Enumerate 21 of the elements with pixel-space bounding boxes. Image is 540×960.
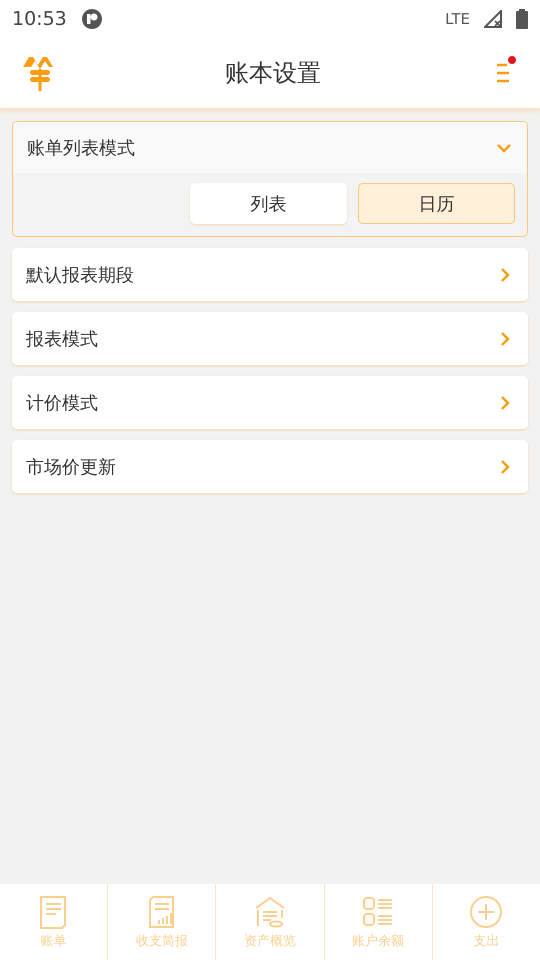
page-title: 账本设置: [224, 58, 322, 89]
settings-row[interactable]: 默认报表期段: [12, 248, 528, 301]
mode-option[interactable]: 列表: [190, 183, 347, 224]
settings-row[interactable]: 报表模式: [12, 312, 528, 365]
settings-row[interactable]: 计价模式: [12, 376, 528, 429]
plus-circle-icon: [469, 894, 504, 930]
house-coins-icon: [253, 894, 287, 930]
setting-label: 默认报表期段: [26, 264, 135, 286]
battery-icon: [516, 9, 528, 29]
status-time: 10:53: [12, 8, 67, 30]
settings-row[interactable]: 市场价更新: [12, 440, 528, 493]
mode-option[interactable]: 日历: [358, 183, 515, 224]
setting-label: 账单列表模式: [27, 136, 136, 160]
settings-row[interactable]: 账单列表模式: [13, 122, 527, 173]
setting-label: 报表模式: [26, 328, 99, 350]
app-notification-icon: [80, 8, 103, 30]
signal-icon: [484, 10, 502, 28]
setting-label: 计价模式: [26, 392, 99, 414]
setting-label: 市场价更新: [26, 456, 117, 478]
network-type: LTE: [445, 10, 470, 28]
menu-icon: [496, 62, 510, 84]
